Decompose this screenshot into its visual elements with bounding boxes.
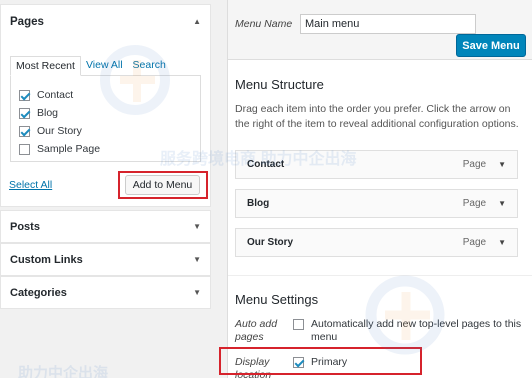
page-option-label: Sample Page <box>37 143 101 155</box>
pages-box-title: Pages <box>10 15 44 28</box>
accordion-label: Posts <box>10 220 40 233</box>
divider <box>228 275 532 276</box>
menu-settings-title: Menu Settings <box>235 292 319 307</box>
menu-structure-title: Menu Structure <box>235 77 324 92</box>
expand-down-icon[interactable]: ▼ <box>193 255 201 264</box>
page-option-our-story[interactable]: Our Story <box>19 124 82 138</box>
checkbox-sample-page[interactable] <box>19 143 30 155</box>
auto-add-checkbox[interactable] <box>293 319 304 330</box>
left-panel: Pages ▲ Most Recent View All Search Cont… <box>0 0 212 378</box>
tab-most-recent[interactable]: Most Recent <box>10 56 81 76</box>
auto-add-pages-label: Auto add pages <box>235 318 278 343</box>
tab-search[interactable]: Search <box>128 56 171 76</box>
collapse-up-icon[interactable]: ▲ <box>193 17 201 26</box>
save-menu-button[interactable]: Save Menu <box>456 34 526 57</box>
pages-tabs: Most Recent View All Search <box>10 56 171 76</box>
expand-down-icon[interactable]: ▼ <box>498 160 506 169</box>
accordion-label: Custom Links <box>10 253 83 266</box>
accordion-categories[interactable]: Categories ▼ <box>0 276 211 309</box>
menu-name-label: Menu Name <box>235 18 293 30</box>
menu-editor-panel: Menu Name Save Menu Menu Structure Drag … <box>227 0 532 378</box>
menu-item-type: Page <box>462 198 487 209</box>
checkbox-our-story[interactable] <box>19 125 30 137</box>
page-option-label: Contact <box>37 89 74 101</box>
checkbox-contact[interactable] <box>19 89 30 101</box>
accordion-custom-links[interactable]: Custom Links ▼ <box>0 243 211 276</box>
menu-structure-description: Drag each item into the order you prefer… <box>235 103 519 130</box>
menu-item-title: Our Story <box>247 237 294 248</box>
page-option-label: Our Story <box>37 125 82 137</box>
expand-down-icon[interactable]: ▼ <box>498 238 506 247</box>
menu-name-input[interactable] <box>300 14 476 34</box>
pages-checklist: Contact Blog Our Story Sample Page <box>10 75 201 162</box>
accordion-posts[interactable]: Posts ▼ <box>0 210 211 243</box>
menu-item-type: Page <box>462 159 487 170</box>
checkbox-blog[interactable] <box>19 107 30 119</box>
page-option-contact[interactable]: Contact <box>19 88 73 102</box>
expand-down-icon[interactable]: ▼ <box>193 288 201 297</box>
menu-item-title: Contact <box>247 159 285 170</box>
expand-down-icon[interactable]: ▼ <box>498 199 506 208</box>
expand-down-icon[interactable]: ▼ <box>193 222 201 231</box>
page-option-blog[interactable]: Blog <box>19 106 58 120</box>
pages-box-header[interactable]: Pages ▲ <box>1 5 210 38</box>
select-all-link[interactable]: Select All <box>9 179 52 191</box>
menu-item-blog[interactable]: Blog Page ▼ <box>235 189 518 218</box>
menu-item-contact[interactable]: Contact Page ▼ <box>235 150 518 179</box>
highlight-box-display-location <box>219 347 422 375</box>
page-option-sample-page[interactable]: Sample Page <box>19 142 100 156</box>
menu-item-our-story[interactable]: Our Story Page ▼ <box>235 228 518 257</box>
accordion-label: Categories <box>10 286 67 299</box>
page-option-label: Blog <box>37 107 59 119</box>
highlight-box-add-to-menu <box>118 171 208 199</box>
menu-item-type: Page <box>462 237 487 248</box>
tab-view-all[interactable]: View All <box>81 56 128 76</box>
auto-add-text: Automatically add new top-level pages to… <box>311 318 522 343</box>
menu-item-title: Blog <box>247 198 270 209</box>
